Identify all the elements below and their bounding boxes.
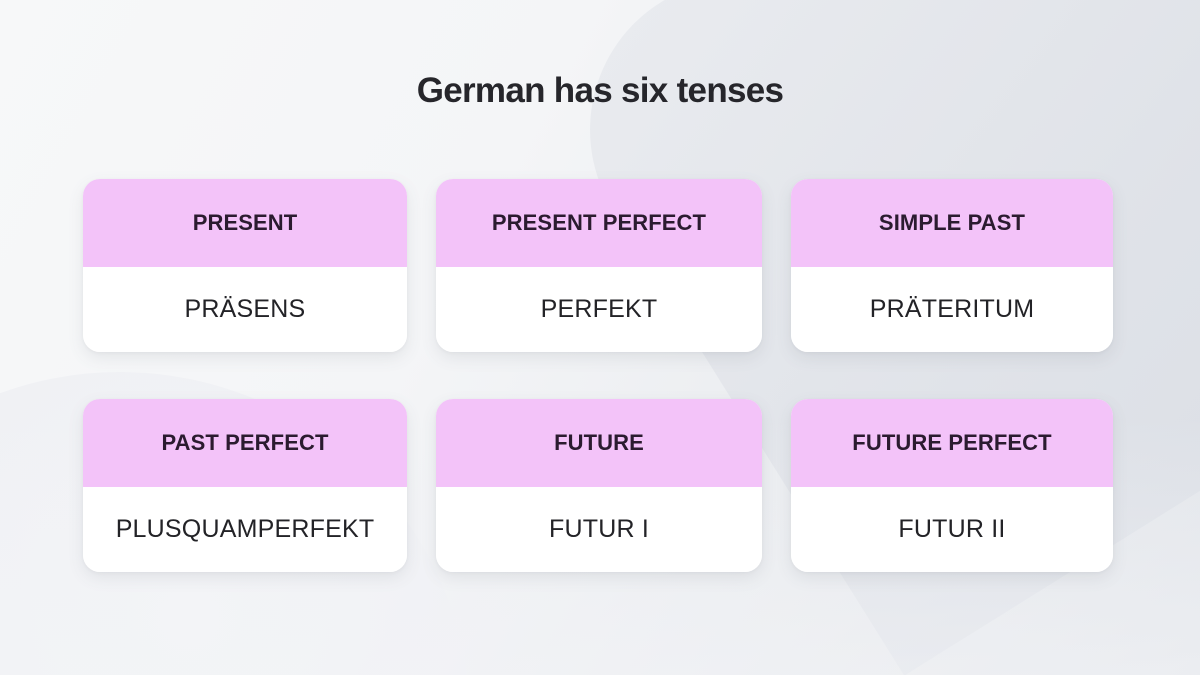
tense-card-german-label: PERFEKT (540, 295, 658, 323)
tense-card-english-label: PRESENT (192, 210, 298, 235)
tense-card-english-label: PRESENT PERFECT (491, 210, 707, 235)
tense-card-future-perfect: FUTURE PERFECT FUTUR II (791, 399, 1113, 572)
tense-card-german-label: FUTUR I (549, 515, 649, 543)
tense-card-header: FUTURE (436, 399, 762, 487)
tense-card-present: PRESENT PRÄSENS (83, 179, 407, 352)
tense-card-german-label: PLUSQUAMPERFEKT (115, 515, 375, 543)
tense-card-header: PAST PERFECT (83, 399, 407, 487)
tense-card-german-label: PRÄTERITUM (869, 295, 1035, 323)
tense-card-body: PRÄSENS (83, 267, 407, 352)
tense-card-header: PRESENT (83, 179, 407, 267)
slide-content: German has six tenses PRESENT PRÄSENS PR… (0, 0, 1200, 675)
tense-card-future: FUTURE FUTUR I (436, 399, 762, 572)
page-title: German has six tenses (416, 71, 784, 110)
tense-card-simple-past: SIMPLE PAST PRÄTERITUM (791, 179, 1113, 352)
tense-card-grid: PRESENT PRÄSENS PRESENT PERFECT PERFEKT … (83, 179, 1113, 572)
tense-card-header: SIMPLE PAST (791, 179, 1113, 267)
tense-card-header: FUTURE PERFECT (791, 399, 1113, 487)
tense-card-body: PLUSQUAMPERFEKT (83, 487, 407, 572)
tense-card-english-label: PAST PERFECT (161, 430, 329, 455)
tense-card-body: FUTUR II (791, 487, 1113, 572)
tense-card-german-label: PRÄSENS (184, 295, 306, 323)
tense-card-body: PERFEKT (436, 267, 762, 352)
tense-card-english-label: FUTURE PERFECT (852, 430, 1052, 455)
tense-card-present-perfect: PRESENT PERFECT PERFEKT (436, 179, 762, 352)
tense-card-past-perfect: PAST PERFECT PLUSQUAMPERFEKT (83, 399, 407, 572)
tense-card-body: PRÄTERITUM (791, 267, 1113, 352)
tense-card-german-label: FUTUR II (898, 515, 1006, 543)
tense-card-body: FUTUR I (436, 487, 762, 572)
tense-card-english-label: SIMPLE PAST (878, 210, 1026, 235)
tense-card-header: PRESENT PERFECT (436, 179, 762, 267)
tense-card-english-label: FUTURE (554, 430, 644, 455)
